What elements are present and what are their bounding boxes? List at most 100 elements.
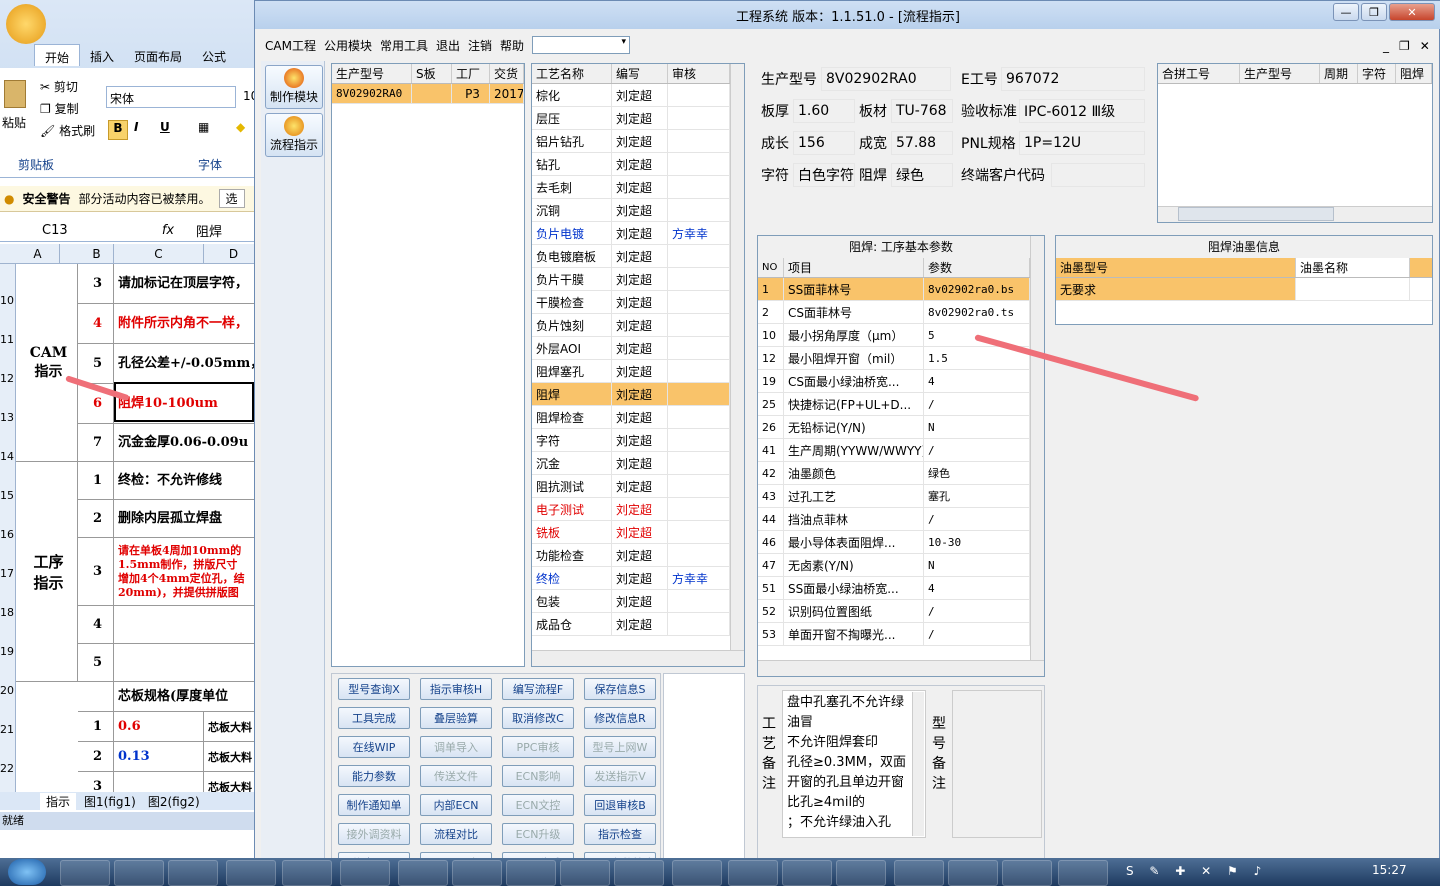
col-merge-no[interactable]: 合拼工号: [1158, 64, 1240, 83]
row-number[interactable]: 21: [0, 723, 14, 736]
cell-b[interactable]: [78, 682, 114, 712]
sheet-tab-fig2[interactable]: 图2(fig2): [144, 793, 204, 810]
action-button[interactable]: 传送文件: [420, 765, 492, 787]
action-button[interactable]: 指示检查: [584, 823, 656, 845]
params-scrollbar-h[interactable]: [758, 660, 1044, 676]
col-review[interactable]: 审核: [668, 64, 730, 83]
customer-code-field[interactable]: [1051, 163, 1145, 187]
taskbar-app[interactable]: [226, 860, 276, 886]
fill-color-button[interactable]: ◆: [236, 120, 245, 134]
action-button[interactable]: 型号上网W: [584, 736, 656, 758]
row-number[interactable]: 18: [0, 606, 14, 619]
cell-b[interactable]: 4: [78, 304, 114, 344]
length-field[interactable]: 156: [793, 131, 855, 155]
table-row[interactable]: 44 挡油点菲林 /: [758, 508, 1044, 531]
cell-b[interactable]: 3: [78, 264, 114, 304]
table-row[interactable]: 2 CS面菲林号 8v02902ra0.ts: [758, 301, 1044, 324]
params-scrollbar-v[interactable]: [1030, 236, 1044, 660]
ribbon-tab-insert[interactable]: 插入: [80, 44, 124, 66]
security-options-button[interactable]: 选: [218, 189, 245, 208]
action-button[interactable]: ECN升级: [502, 823, 574, 845]
cell-c[interactable]: 附件所示内角不一样，: [114, 304, 256, 344]
format-painter-button[interactable]: 🖌 格式刷: [40, 122, 95, 139]
row-number[interactable]: 12: [0, 372, 14, 385]
col-process-name[interactable]: 工艺名称: [532, 64, 612, 83]
cell-c[interactable]: 沉金金厚0.06-0.09u: [114, 424, 256, 462]
col-header-B[interactable]: B: [80, 244, 114, 264]
cell-b[interactable]: 4: [78, 606, 114, 644]
table-row[interactable]: 51 SS面最小绿油桥宽... 4: [758, 577, 1044, 600]
row-number[interactable]: 16: [0, 528, 14, 541]
pnl-field[interactable]: 1P=12U: [1019, 131, 1145, 155]
cut-button[interactable]: ✂ 剪切: [40, 78, 78, 95]
cell-b[interactable]: 5: [78, 644, 114, 682]
action-button[interactable]: 修改信息R: [584, 707, 656, 729]
fx-icon[interactable]: fx: [140, 223, 196, 238]
action-button[interactable]: 在线WIP: [338, 736, 410, 758]
table-row[interactable]: 阻抗测试 刘定超: [532, 475, 744, 498]
standard-field[interactable]: IPC-6012 Ⅲ级: [1019, 99, 1145, 123]
table-row[interactable]: 52 识别码位置图纸 /: [758, 600, 1044, 623]
taskbar-app[interactable]: [672, 860, 722, 886]
cell-b[interactable]: 1: [78, 462, 114, 500]
cell-d[interactable]: 芯板大料: [204, 742, 256, 772]
underline-button[interactable]: U: [160, 120, 170, 134]
cell-b[interactable]: 2: [78, 500, 114, 538]
process-scrollbar-h[interactable]: [532, 650, 744, 666]
action-button[interactable]: 制作通知单: [338, 794, 410, 816]
action-button[interactable]: 调单导入: [420, 736, 492, 758]
menu-tools[interactable]: 常用工具: [380, 37, 428, 54]
menu-exit[interactable]: 退出: [436, 37, 460, 54]
col-header-D[interactable]: D: [204, 244, 256, 264]
thickness-field[interactable]: 1.60: [793, 99, 855, 123]
cell-b[interactable]: 3: [78, 538, 114, 606]
table-row[interactable]: 负片干膜 刘定超: [532, 268, 744, 291]
ribbon-tab-formula[interactable]: 公式: [192, 44, 236, 66]
nav-flow-instructions[interactable]: 流程指示: [265, 113, 323, 157]
table-row[interactable]: 铣板 刘定超: [532, 521, 744, 544]
table-row[interactable]: 41 生产周期(YYWW/WWYY) /: [758, 439, 1044, 462]
table-row[interactable]: 1 SS面菲林号 8v02902ra0.bs: [758, 278, 1044, 301]
action-button[interactable]: 回退审核B: [584, 794, 656, 816]
col-merge-char[interactable]: 字符: [1358, 64, 1396, 83]
taskbar-app[interactable]: [1002, 860, 1052, 886]
action-button[interactable]: ECN影响: [502, 765, 574, 787]
eno-field[interactable]: 967072: [1001, 67, 1145, 91]
taskbar-app[interactable]: [782, 860, 832, 886]
process-scrollbar-v[interactable]: [730, 64, 744, 650]
note-scrollbar[interactable]: [912, 692, 924, 836]
menu-cam[interactable]: CAM工程: [265, 37, 316, 54]
col-item[interactable]: 项目: [784, 258, 924, 277]
taskbar-app[interactable]: [948, 860, 998, 886]
action-button[interactable]: 叠层验算: [420, 707, 492, 729]
maximize-button[interactable]: ❐: [1361, 3, 1387, 21]
col-param[interactable]: 参数: [924, 258, 1030, 277]
cell-c[interactable]: 孔径公差+/-0.05mm，: [114, 344, 256, 384]
cell-c[interactable]: 删除内层孤立焊盘: [114, 500, 256, 538]
table-row[interactable]: 26 无铅标记(Y/N) N: [758, 416, 1044, 439]
table-row[interactable]: 8V02902RA0 P3 2017: [332, 84, 524, 104]
menu-help[interactable]: 帮助: [500, 37, 524, 54]
action-button[interactable]: 保存信息S: [584, 678, 656, 700]
formula-input[interactable]: 阻焊: [196, 221, 222, 240]
table-row[interactable]: 棕化 刘定超: [532, 84, 744, 107]
col-ink-name[interactable]: 油墨名称: [1296, 258, 1410, 277]
cell-b[interactable]: 5: [78, 344, 114, 384]
row-number[interactable]: 11: [0, 333, 14, 346]
action-button[interactable]: 取消修改C: [502, 707, 574, 729]
table-row[interactable]: 外层AOI 刘定超: [532, 337, 744, 360]
cell-c[interactable]: [114, 644, 256, 682]
paste-button[interactable]: 粘贴: [2, 114, 26, 131]
row-number[interactable]: 22: [0, 762, 14, 775]
action-button[interactable]: 发送指示V: [584, 765, 656, 787]
table-row[interactable]: 沉铜 刘定超: [532, 199, 744, 222]
material-field[interactable]: TU-768: [891, 99, 953, 123]
cell-c[interactable]: 0.6: [114, 712, 204, 742]
table-row[interactable]: 功能检查 刘定超: [532, 544, 744, 567]
italic-button[interactable]: I: [134, 120, 138, 134]
character-field[interactable]: 白色字符: [793, 163, 855, 187]
bold-button[interactable]: B: [108, 120, 128, 140]
row-number[interactable]: 19: [0, 645, 14, 658]
action-button[interactable]: 型号查询X: [338, 678, 410, 700]
table-row[interactable]: 包装 刘定超: [532, 590, 744, 613]
